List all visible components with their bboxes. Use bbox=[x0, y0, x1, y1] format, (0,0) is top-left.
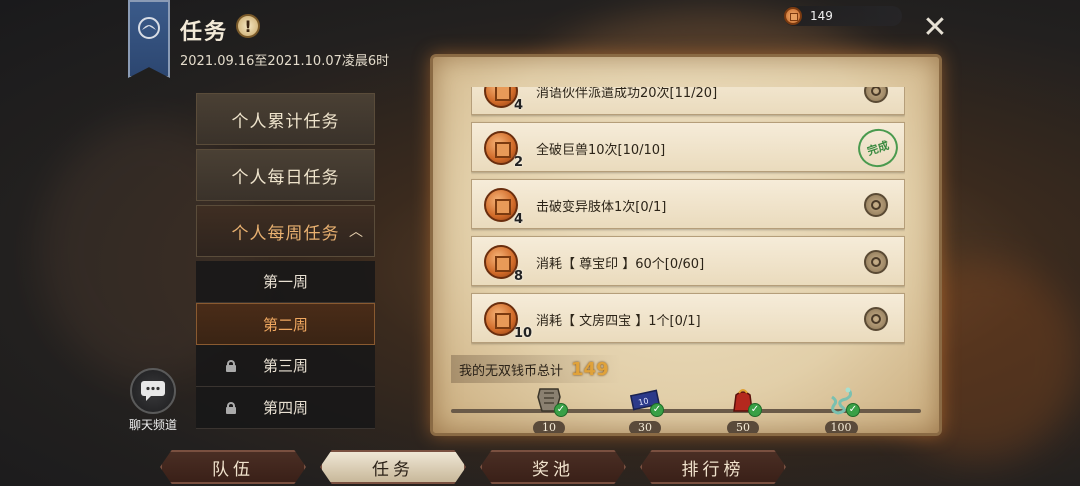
week-3-button[interactable]: 第三周 bbox=[196, 345, 375, 387]
week-label: 第三周 bbox=[262, 357, 308, 375]
reward-count: 10 bbox=[514, 326, 533, 341]
milestone-50[interactable]: ✓ 50 bbox=[723, 385, 763, 433]
tab-team[interactable]: 队伍 bbox=[160, 450, 306, 484]
task-row: 10 消耗【 文房四宝 】1个[0/1] bbox=[471, 293, 905, 343]
tab-leaderboard[interactable]: 排行榜 bbox=[640, 450, 786, 484]
claim-reward-icon[interactable] bbox=[864, 307, 888, 331]
copper-coin-icon bbox=[484, 87, 518, 108]
coin-total-label: 我的无双钱币总计 bbox=[459, 363, 564, 379]
copper-coin-icon bbox=[484, 245, 518, 279]
menu-label: 个人累计任务 bbox=[231, 111, 340, 132]
coin-total: 我的无双钱币总计 149 bbox=[451, 355, 621, 383]
info-alert-icon[interactable]: ! bbox=[236, 14, 260, 38]
gift-bag-icon: ✓ bbox=[728, 385, 762, 417]
bottom-tab-bar: 队伍 任务 奖池 排行榜 bbox=[160, 450, 786, 484]
task-name: 消耗【 尊宝印 】60个[0/60] bbox=[536, 257, 705, 272]
copper-coin-icon bbox=[484, 302, 518, 336]
milestone-100[interactable]: ✓ 100 bbox=[821, 385, 861, 433]
tab-label: 队伍 bbox=[212, 459, 254, 480]
task-row: 2 全破巨兽10次[10/10] 完成 bbox=[471, 122, 905, 173]
reward-count: 8 bbox=[514, 269, 524, 284]
week-label: 第四周 bbox=[262, 399, 308, 417]
copper-coin-icon bbox=[484, 188, 518, 222]
menu-label: 个人每日任务 bbox=[231, 167, 340, 188]
checkmark-icon: ✓ bbox=[650, 403, 664, 417]
milestone-value: 10 bbox=[533, 421, 565, 433]
checkmark-icon: ✓ bbox=[846, 403, 860, 417]
chat-channel-button[interactable]: 聊天频道 bbox=[126, 368, 180, 433]
task-name: 击破变异肢体1次[0/1] bbox=[536, 200, 667, 215]
task-name: 消耗【 文房四宝 】1个[0/1] bbox=[536, 314, 701, 329]
event-date-range: 2021.09.16至2021.10.07凌晨6时 bbox=[180, 54, 390, 69]
page-title: 任务 bbox=[180, 20, 229, 45]
eagle-emblem-icon bbox=[138, 17, 160, 39]
copper-coin-icon bbox=[484, 131, 518, 165]
ticket-icon: 10 ✓ bbox=[629, 385, 664, 417]
armor-icon: ✓ bbox=[534, 385, 568, 417]
task-row: 4 消语伙伴派遣成功20次[11/20] bbox=[471, 87, 905, 115]
lock-icon bbox=[226, 360, 236, 372]
week-2-button[interactable]: 第二周 bbox=[196, 303, 375, 345]
tab-label: 排行榜 bbox=[681, 459, 745, 480]
guild-banner bbox=[128, 0, 170, 78]
tab-label: 奖池 bbox=[532, 459, 574, 480]
tab-prize-pool[interactable]: 奖池 bbox=[480, 450, 626, 484]
task-row: 4 击破变异肢体1次[0/1] bbox=[471, 179, 905, 229]
chevron-up-icon: ︿ bbox=[349, 224, 364, 240]
currency-amount: 149 bbox=[810, 9, 833, 23]
tab-label: 任务 bbox=[372, 459, 414, 480]
reward-count: 4 bbox=[514, 98, 524, 113]
claim-reward-icon[interactable] bbox=[864, 87, 888, 103]
close-button[interactable]: ✕ bbox=[922, 13, 948, 43]
completed-stamp: 完成 bbox=[853, 123, 903, 173]
tab-tasks[interactable]: 任务 bbox=[320, 450, 466, 484]
menu-cumulative-tasks[interactable]: 个人累计任务 bbox=[196, 93, 375, 145]
checkmark-icon: ✓ bbox=[554, 403, 568, 417]
menu-label: 个人每周任务 bbox=[231, 223, 340, 244]
task-category-menu: 个人累计任务 个人每日任务 个人每周任务 ︿ 第一周 第二周 第三周 第四周 bbox=[196, 93, 375, 429]
milestone-30[interactable]: 10 ✓ 30 bbox=[625, 385, 665, 433]
reward-count: 2 bbox=[514, 155, 524, 170]
milestone-10[interactable]: ✓ 10 bbox=[529, 385, 569, 433]
task-name: 全破巨兽10次[10/10] bbox=[536, 143, 666, 158]
currency-display: 149 bbox=[784, 6, 902, 26]
dragon-icon: ✓ bbox=[826, 385, 860, 417]
coin-total-value: 149 bbox=[571, 358, 609, 380]
week-label: 第二周 bbox=[262, 315, 308, 334]
claim-reward-icon[interactable] bbox=[864, 193, 888, 217]
week-1-button[interactable]: 第一周 bbox=[196, 261, 375, 303]
menu-weekly-tasks[interactable]: 个人每周任务 ︿ bbox=[196, 205, 375, 257]
task-name: 消语伙伴派遣成功20次[11/20] bbox=[536, 87, 718, 101]
menu-daily-tasks[interactable]: 个人每日任务 bbox=[196, 149, 375, 201]
checkmark-icon: ✓ bbox=[748, 403, 762, 417]
copper-coin-icon bbox=[784, 7, 802, 25]
milestone-value: 50 bbox=[727, 421, 759, 433]
claim-reward-icon[interactable] bbox=[864, 250, 888, 274]
milestone-value: 30 bbox=[629, 421, 661, 433]
week-label: 第一周 bbox=[262, 273, 308, 291]
week-4-button[interactable]: 第四周 bbox=[196, 387, 375, 429]
reward-count: 4 bbox=[514, 212, 524, 227]
chat-label: 聊天频道 bbox=[128, 418, 177, 432]
task-row: 8 消耗【 尊宝印 】60个[0/60] bbox=[471, 236, 905, 286]
lock-icon bbox=[226, 402, 236, 414]
task-list[interactable]: 4 消语伙伴派遣成功20次[11/20] 2 全破巨兽10次[10/10] 完成… bbox=[471, 87, 905, 349]
milestone-value: 100 bbox=[824, 421, 858, 433]
chat-bubble-icon bbox=[130, 368, 176, 414]
task-board: 4 消语伙伴派遣成功20次[11/20] 2 全破巨兽10次[10/10] 完成… bbox=[430, 54, 942, 436]
